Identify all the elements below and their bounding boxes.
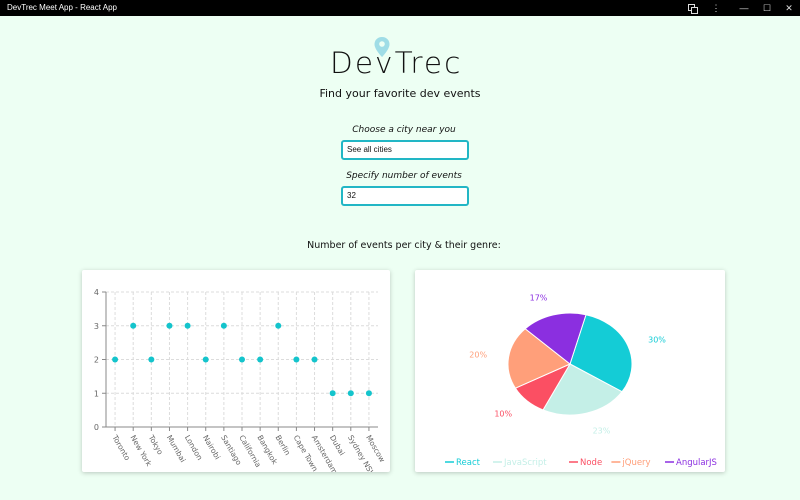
legend-item[interactable]: JavaScript bbox=[503, 458, 547, 468]
legend-item[interactable]: jQuery bbox=[621, 458, 650, 468]
y-tick-label: 3 bbox=[94, 322, 99, 331]
legend-item[interactable]: AngularJS bbox=[676, 458, 717, 468]
scatter-point[interactable] bbox=[347, 390, 354, 397]
city-label: Choose a city near you bbox=[352, 125, 456, 135]
app-logo: DevTrec bbox=[328, 36, 478, 81]
translate-icon[interactable] bbox=[684, 0, 702, 16]
scatter-point[interactable] bbox=[130, 322, 137, 329]
events-per-city-scatter-chart: 01234TorontoNew YorkTokyo MumbaiLondonNai… bbox=[94, 288, 387, 472]
scatter-point[interactable] bbox=[202, 356, 209, 363]
scatter-chart-card: 0 1 2 3 4 Toronto New York Tokyo Mumbai London Nai… bbox=[82, 270, 390, 472]
minimize-icon[interactable]: — bbox=[735, 0, 753, 16]
scatter-point[interactable] bbox=[329, 390, 336, 397]
scatter-point[interactable] bbox=[311, 356, 318, 363]
scatter-point[interactable] bbox=[220, 322, 227, 329]
y-tick-label: 0 bbox=[94, 423, 99, 432]
window-title: DevTrec Meet App - React App bbox=[7, 3, 117, 12]
event-count-label: Specify number of events bbox=[346, 171, 462, 181]
y-tick-label: 1 bbox=[94, 389, 99, 398]
y-tick-label: 2 bbox=[94, 356, 99, 365]
scatter-point[interactable] bbox=[365, 390, 372, 397]
pie-slice-label: 30% bbox=[648, 335, 666, 344]
scatter-point[interactable] bbox=[112, 356, 119, 363]
x-tick-label: Berlin bbox=[274, 434, 293, 458]
close-icon[interactable]: ✕ bbox=[780, 0, 798, 16]
genre-pie-chart: 30% 23% 10% 20% 17% React JavaScript Node jQuery… bbox=[445, 294, 717, 468]
y-tick-label: 4 bbox=[94, 288, 99, 297]
tagline: Find your favorite dev events bbox=[319, 87, 481, 100]
scatter-point[interactable] bbox=[184, 322, 191, 329]
scatter-point[interactable] bbox=[257, 356, 264, 363]
more-vertical-icon[interactable]: ⋮ bbox=[707, 0, 725, 16]
scatter-point[interactable] bbox=[148, 356, 155, 363]
maximize-icon[interactable]: ☐ bbox=[758, 0, 776, 16]
x-tick-label: Dubai bbox=[328, 434, 347, 458]
pie-slice-label: 17% bbox=[530, 294, 548, 303]
city-search-input[interactable]: See all cities bbox=[341, 140, 469, 160]
legend-item[interactable]: Node bbox=[580, 458, 602, 468]
scatter-point[interactable] bbox=[239, 356, 245, 363]
window-title-bar: DevTrec Meet App - React App ⋮ — ☐ ✕ bbox=[0, 0, 800, 16]
logo-text: DevTrec bbox=[330, 46, 463, 80]
legend-item[interactable]: React bbox=[456, 458, 481, 468]
pie-slice-label: 20% bbox=[469, 351, 487, 360]
x-tick-label: Tokyo bbox=[146, 433, 165, 457]
pie-chart-card: 30% 23% 10% 20% 17% React JavaScript Node jQuery… bbox=[415, 270, 725, 472]
scatter-point[interactable] bbox=[275, 322, 282, 329]
event-count-input[interactable]: 32 bbox=[341, 186, 469, 206]
scatter-point[interactable] bbox=[166, 322, 173, 329]
pie-slice-label: 23% bbox=[593, 426, 611, 435]
scatter-point[interactable] bbox=[293, 356, 300, 363]
charts-title: Number of events per city & their genre: bbox=[307, 240, 501, 251]
pie-slice-label: 10% bbox=[494, 410, 512, 419]
